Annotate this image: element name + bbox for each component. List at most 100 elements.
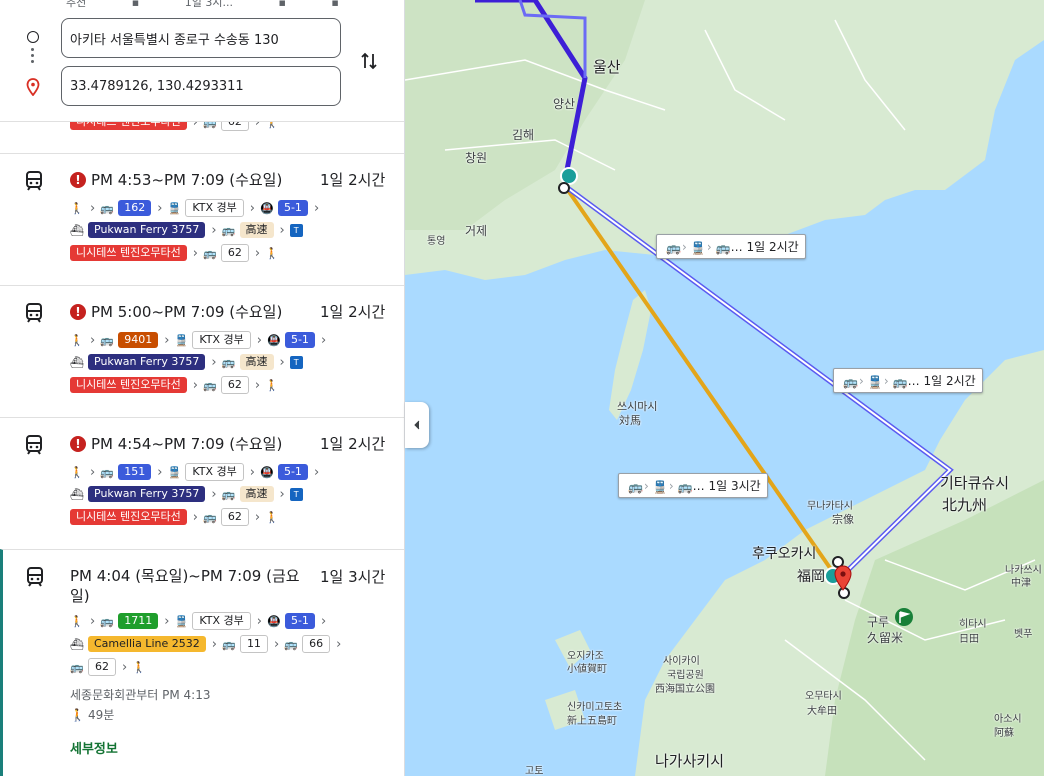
route-duration-chip[interactable]: 🚌 › 🚆 › 🚌 … 1일 3시간 xyxy=(618,473,768,498)
train-line-badge: KTX 경부 xyxy=(185,199,244,217)
chevron-right-icon: › xyxy=(122,659,128,675)
busan-transit-marker xyxy=(560,167,578,185)
trip-time: ! PM 4:53~PM 7:09 (수요일) xyxy=(70,169,282,190)
destination-input[interactable]: 33.4789126, 130.4293311 xyxy=(61,66,341,106)
train-icon: 🚆 xyxy=(652,479,668,494)
train-icon: 🚆 xyxy=(167,201,182,215)
walk-icon: 🚶 xyxy=(265,378,279,392)
walk-icon: 🚶 xyxy=(70,707,85,722)
ferry-icon: ⛴ xyxy=(70,487,84,501)
chevron-right-icon: › xyxy=(279,222,285,238)
trip-duration: 1일 2시간 xyxy=(320,303,386,321)
route-dots-icon xyxy=(31,48,34,66)
map-label-kurume: 구루 xyxy=(867,615,890,629)
walk-time-info: 🚶 49분 xyxy=(70,707,115,723)
chevron-right-icon: › xyxy=(157,200,163,216)
trip-option-selected[interactable]: PM 4:04 (목요일)~PM 7:09 (금요 일) 1일 3시간 🚶 › 🚌… xyxy=(0,549,404,776)
bus-icon: 🚌 xyxy=(843,374,858,389)
subway-line-badge: T xyxy=(289,487,303,501)
swap-icon xyxy=(361,52,377,70)
origin-input[interactable]: 아키타 서울특별시 종로구 수송동 130 xyxy=(61,18,341,58)
map-label-gimhae: 김해 xyxy=(512,128,535,142)
map-label-aso-ja: 阿蘇 xyxy=(994,728,1014,739)
bus-icon: 🚌 xyxy=(892,374,908,389)
trip-time: ! PM 4:54~PM 7:09 (수요일) xyxy=(70,433,282,454)
bus-icon: 🚌 xyxy=(222,637,236,651)
trip-steps-row: 🚌 62 › 🚶 xyxy=(70,657,150,677)
warning-icon: ! xyxy=(70,303,86,320)
trip-steps-row: 🚶 › 🚌 151 › 🚆 KTX 경부 › 🚇 5-1 › xyxy=(70,462,324,482)
ferry-line-badge: Camellia Line 2532 xyxy=(88,636,206,652)
trip-option[interactable]: ! PM 5:00~PM 7:09 (수요일) 1일 2시간 🚶 › 🚌 9401… xyxy=(0,285,404,417)
trip-option[interactable]: ! PM 4:53~PM 7:09 (수요일) 1일 2시간 🚶 › 🚌 162 ›… xyxy=(0,153,404,285)
chevron-right-icon: › xyxy=(249,200,255,216)
bus-icon: 🚌 xyxy=(100,614,115,628)
trip-time: ! PM 5:00~PM 7:09 (수요일) xyxy=(70,301,282,322)
train-line-badge: KTX 경부 xyxy=(185,463,244,481)
map-label-tongyeong: 통영 xyxy=(427,236,446,247)
trip-steps-row: ⛴ Camellia Line 2532 › 🚌 11 › 🚌 66 › xyxy=(70,634,346,654)
route-duration-chip[interactable]: 🚌 › 🚆 › 🚌 … 1일 2시간 xyxy=(656,234,806,259)
train-icon: 🚆 xyxy=(690,240,706,255)
map-label-fukuoka: 후쿠오카시 xyxy=(752,546,817,562)
directions-panel: 추천 ▪ 1일 3시... ▪ ▪ 아키타 서울특별시 종로구 수송동 130 … xyxy=(0,0,405,776)
bus-icon: 🚌 xyxy=(677,479,693,494)
train-icon: 🚆 xyxy=(174,614,189,628)
subway-icon: 🚇 xyxy=(267,614,281,628)
bus-icon: 🚌 xyxy=(666,240,681,255)
departure-info: 세종문화회관부터 PM 4:13 xyxy=(70,688,211,702)
ferry-line-badge: Pukwan Ferry 3757 xyxy=(88,486,206,502)
chevron-right-icon: › xyxy=(192,509,198,525)
trip-steps-row: ⛴ Pukwan Ferry 3757 › 🚌 高速 › T xyxy=(70,220,307,240)
destination-pin-icon xyxy=(26,78,40,96)
chevron-right-icon: › xyxy=(164,613,170,629)
trip-option[interactable]: ! PM 4:54~PM 7:09 (수요일) 1일 2시간 🚶 › 🚌 151 ›… xyxy=(0,417,404,549)
route-duration-chip[interactable]: 🚌 › 🚆 › 🚌 … 1일 2시간 xyxy=(833,368,983,393)
collapse-panel-button[interactable] xyxy=(405,402,429,448)
route-stop-marker xyxy=(558,182,570,194)
chevron-right-icon: › xyxy=(211,636,217,652)
chevron-right-icon: › xyxy=(273,636,280,652)
map-label-kitakyushu: 기타큐슈시 xyxy=(940,474,1010,492)
chevron-right-icon: › xyxy=(192,377,198,393)
bus-icon: 🚌 xyxy=(100,201,115,215)
ferry-line-badge: Pukwan Ferry 3757 xyxy=(88,354,206,370)
map-label-kitakyushu-ja: 北九州 xyxy=(942,496,988,514)
train-icon: 🚆 xyxy=(174,333,189,347)
map-label-omuta: 오무타시 xyxy=(805,691,842,702)
swap-directions-button[interactable] xyxy=(356,48,382,74)
train-icon xyxy=(26,171,42,191)
walk-icon: 🚶 xyxy=(70,201,84,215)
ferry-icon: ⛴ xyxy=(70,355,84,369)
trip-duration: 1일 2시간 xyxy=(320,435,386,453)
trip-duration: 1일 2시간 xyxy=(320,171,386,189)
walk-icon: 🚶 xyxy=(70,465,84,479)
directions-search-box: 추천 ▪ 1일 3시... ▪ ▪ 아키타 서울특별시 종로구 수송동 130 … xyxy=(0,0,404,122)
bus-icon: 🚌 xyxy=(715,240,731,255)
trip-steps-row: ⛴ Pukwan Ferry 3757 › 🚌 高速 › T xyxy=(70,484,307,504)
chevron-right-icon: › xyxy=(256,332,262,348)
map-label-saikai-2: 국립공원 xyxy=(667,670,704,681)
warning-icon: ! xyxy=(70,435,86,452)
trip-steps-row: 니시테쓰 텐진오무타선 › 🚌 62 › 🚶 xyxy=(70,375,283,395)
train-line-badge: KTX 경부 xyxy=(192,331,251,349)
subway-line-badge: T xyxy=(289,355,303,369)
chevron-left-icon xyxy=(414,420,420,430)
route-stop-marker xyxy=(832,556,844,568)
details-link[interactable]: 세부정보 xyxy=(70,738,118,757)
bus-icon: 🚌 xyxy=(221,487,236,501)
trip-steps-row: 니시테쓰 텐진오무타선 › 🚌 62 › 🚶 xyxy=(70,243,283,263)
chevron-right-icon: › xyxy=(320,613,327,629)
chevron-right-icon: › xyxy=(211,486,217,502)
map-label-saikai: 사이카이 xyxy=(663,656,700,667)
flag-marker xyxy=(895,608,913,626)
trip-steps-row: 니시테쓰 텐진오무타선 › 🚌 62 › 🚶 xyxy=(70,507,283,527)
bus-icon: 🚌 xyxy=(628,479,643,494)
bus-line-badge: 高速 xyxy=(239,486,274,502)
rail-line-badge: 니시테쓰 텐진오무타선 xyxy=(70,377,187,393)
train-icon xyxy=(26,435,42,455)
bus-icon: 🚌 xyxy=(203,246,217,260)
map-canvas[interactable]: 울산 양산 김해 창원 거제 통영 쓰시마시 対馬 기타큐슈시 北九州 무나카타… xyxy=(405,0,1044,776)
bus-icon: 🚌 xyxy=(221,355,236,369)
train-icon xyxy=(27,567,43,587)
